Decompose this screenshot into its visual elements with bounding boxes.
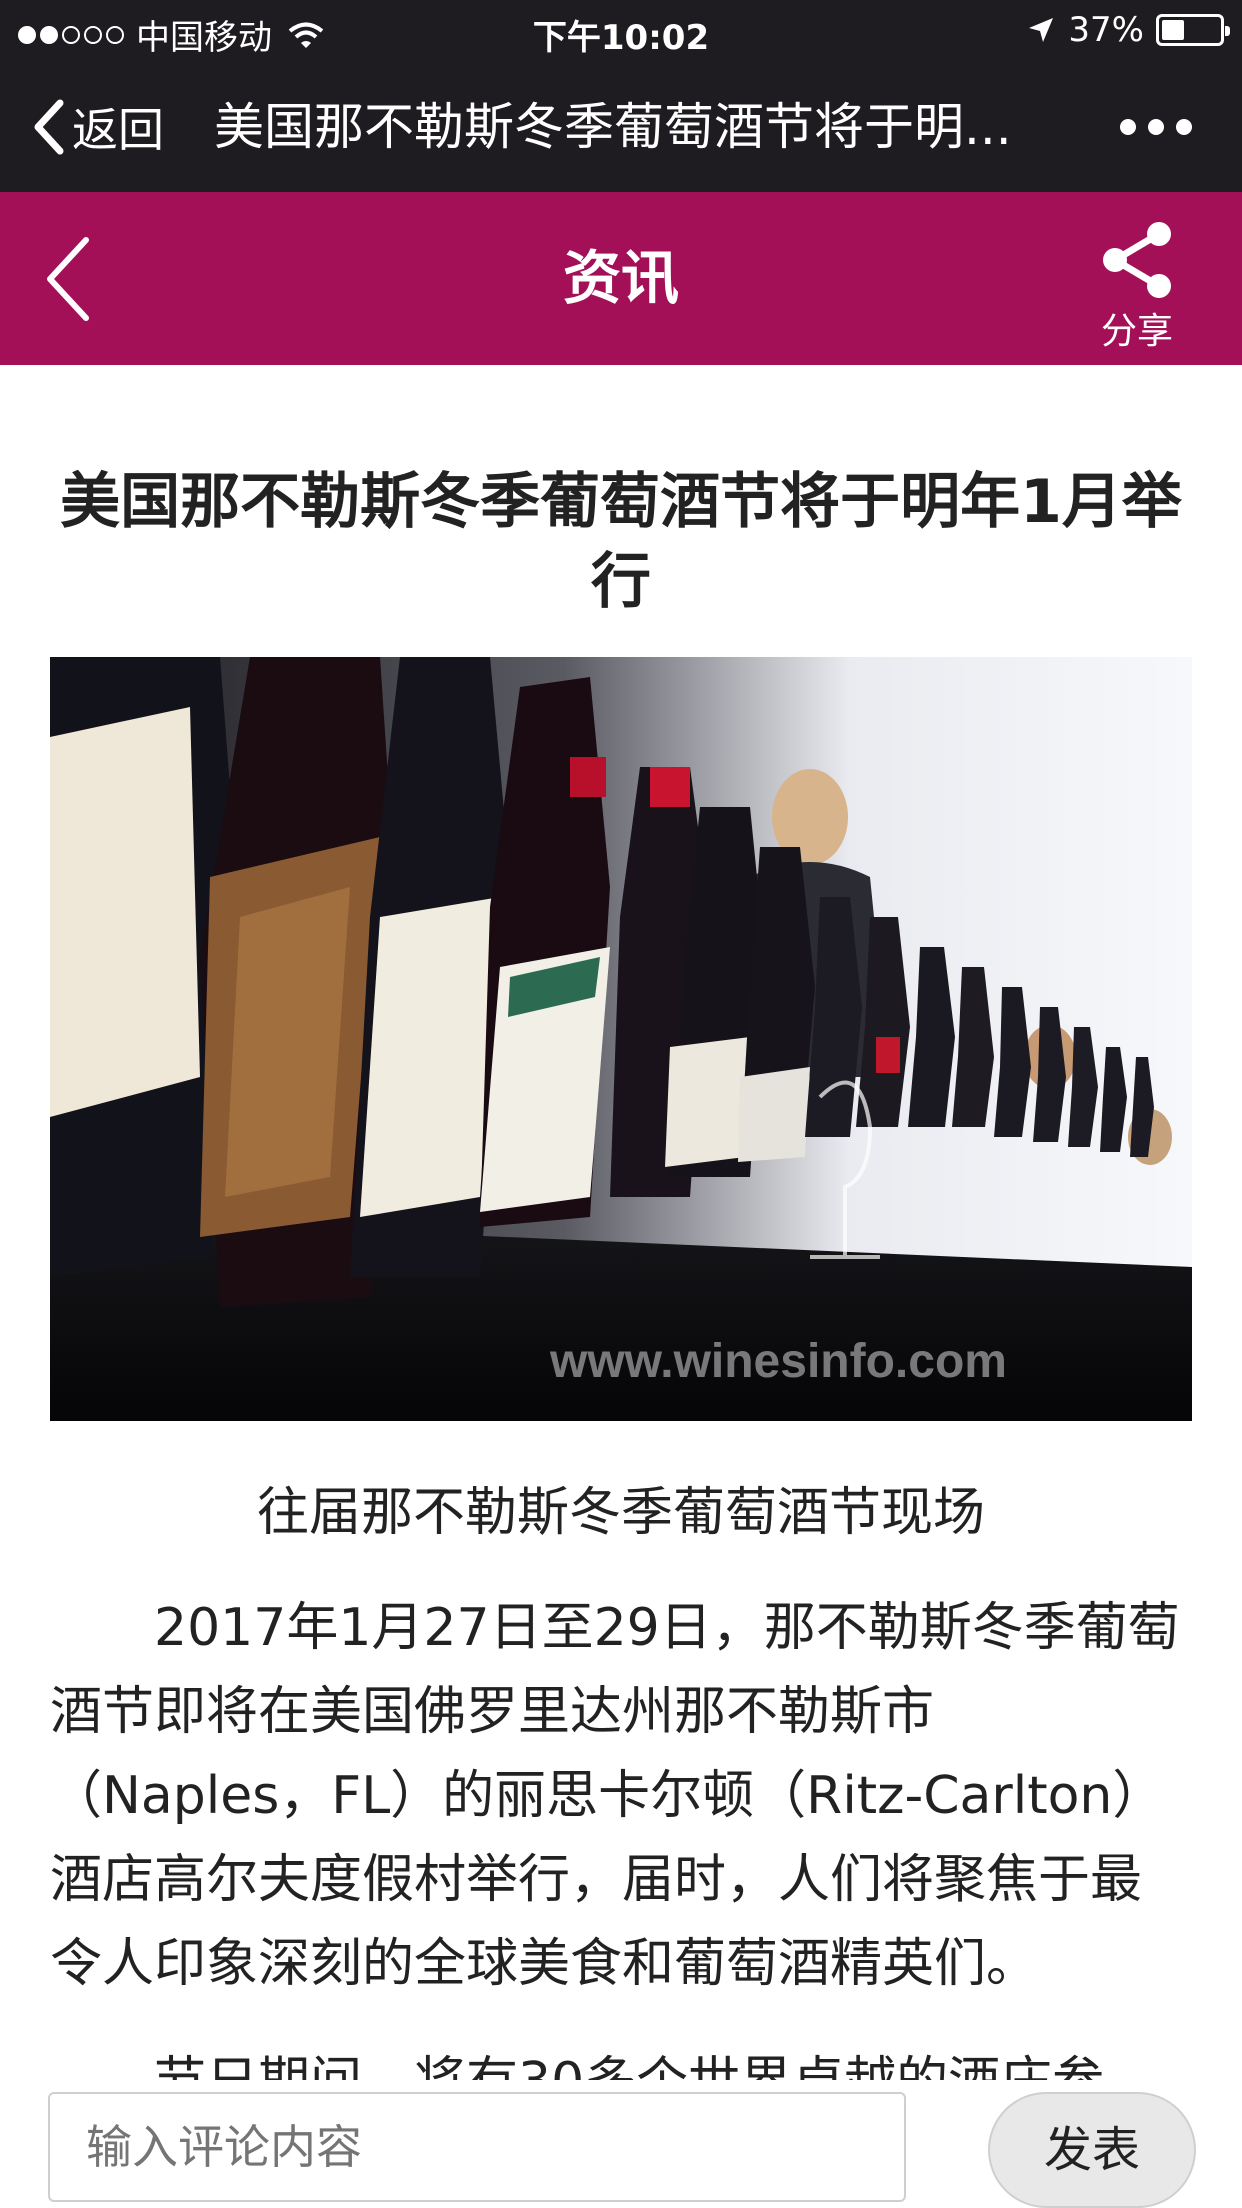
share-icon xyxy=(1103,222,1171,298)
image-caption: 往届那不勒斯冬季葡萄酒节现场 xyxy=(256,1483,985,1543)
share-button[interactable]: 分享 xyxy=(1092,220,1182,352)
comment-bar: 发表 xyxy=(0,2080,1242,2208)
chevron-left-icon xyxy=(34,99,64,155)
wechat-back-button[interactable]: 返回 xyxy=(30,92,164,162)
article-title: 美国那不勒斯冬季葡萄酒节将于明年1月举行 xyxy=(60,467,1182,617)
battery-percent: 37% xyxy=(1068,10,1144,50)
share-label: 分享 xyxy=(1100,311,1173,352)
wechat-nav-bar: 返回 美国那不勒斯冬季葡萄酒节将于明... xyxy=(0,62,1242,192)
page-header: 资讯 分享 xyxy=(0,192,1242,365)
wechat-page-title: 美国那不勒斯冬季葡萄酒节将于明... xyxy=(214,98,1012,156)
wechat-back-label: 返回 xyxy=(72,103,164,157)
comment-input[interactable] xyxy=(48,2092,906,2202)
submit-comment-button[interactable]: 发表 xyxy=(988,2092,1196,2208)
wine-bottles-photo: www.winesinfo.com xyxy=(50,657,1192,1421)
more-options-icon[interactable] xyxy=(1120,102,1192,152)
status-bar: 中国移动 下午10:02 37% xyxy=(0,0,1242,62)
battery-icon xyxy=(1156,14,1230,46)
page-title: 资讯 xyxy=(562,244,679,312)
location-arrow-icon xyxy=(1029,18,1054,42)
status-right: 37% xyxy=(1026,10,1230,50)
image-watermark: www.winesinfo.com xyxy=(549,1335,1007,1388)
article-paragraph: 2017年1月27日至29日，那不勒斯冬季葡萄酒节即将在美国佛罗里达州那不勒斯市… xyxy=(50,1598,1180,1994)
article-image: www.winesinfo.com xyxy=(50,657,1192,1421)
